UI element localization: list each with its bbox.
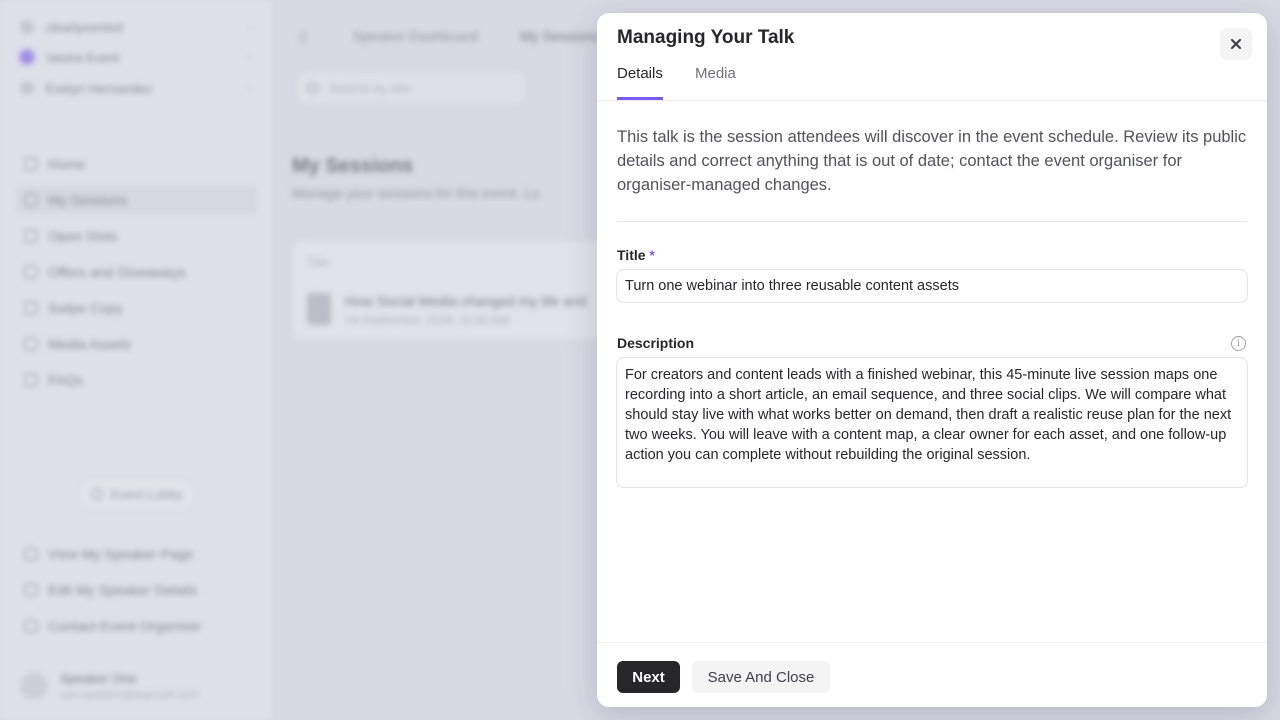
next-button[interactable]: Next [617,661,680,693]
close-icon [1230,38,1242,50]
description-field-label: Description [617,335,695,351]
tab-details[interactable]: Details [617,65,663,100]
description-textarea[interactable]: For creators and content leads with a fi… [616,357,1248,488]
modal-tabs: Details Media [597,65,1267,101]
required-mark: * [649,247,655,263]
title-label-text: Title [617,247,646,263]
info-icon[interactable]: i [1231,336,1246,351]
modal-footer: Next Save And Close [597,642,1267,707]
intro-text: This talk is the session attendees will … [617,128,1247,194]
close-button[interactable] [1220,28,1252,60]
managing-talk-modal: Managing Your Talk Details Media This ta… [597,13,1267,707]
title-field-label: Title * [617,247,655,263]
save-and-close-button[interactable]: Save And Close [692,661,830,693]
tab-media[interactable]: Media [695,65,736,101]
title-input[interactable] [616,269,1248,303]
divider [617,221,1247,222]
modal-title: Managing Your Talk [617,27,795,48]
